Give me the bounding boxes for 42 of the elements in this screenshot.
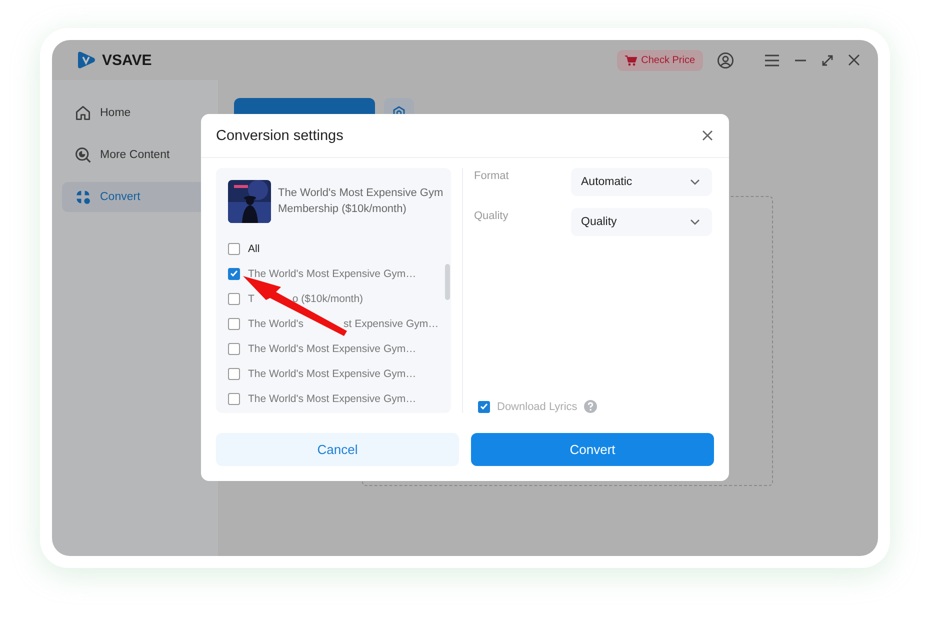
- track-title: The World's Most Expensive Gym…: [248, 268, 416, 280]
- album-title: The World's Most Expensive Gym Membership ($10k/month): [278, 186, 444, 217]
- menu-icon[interactable]: [764, 54, 780, 66]
- checkbox[interactable]: [478, 400, 490, 412]
- sidebar-item[interactable]: More Content: [62, 140, 210, 170]
- checkbox[interactable]: [228, 292, 240, 304]
- shapes-icon: [74, 188, 92, 206]
- track-title: The World's: [248, 318, 304, 330]
- track-title: T: [248, 292, 254, 304]
- maximize-icon[interactable]: [821, 54, 834, 66]
- dropdown[interactable]: Automatic: [571, 168, 712, 196]
- home-icon: [74, 104, 92, 122]
- setting-label: Quality: [474, 209, 510, 222]
- track-title: o ($10k/month): [292, 292, 364, 304]
- close-icon[interactable]: [702, 130, 713, 141]
- dialog-title: Conversion settings: [216, 128, 344, 144]
- chevron-down-icon: [690, 219, 700, 225]
- chevron-down-icon: [690, 179, 700, 185]
- checkbox[interactable]: [228, 368, 240, 380]
- search-icon: [74, 146, 92, 164]
- track-title: The World's Most Expensive Gym…: [248, 368, 416, 380]
- dropdown[interactable]: Quality: [571, 208, 712, 236]
- checkbox[interactable]: [228, 342, 240, 354]
- sidebar-item[interactable]: Home: [62, 98, 210, 128]
- scrollbar-thumb[interactable]: [445, 264, 450, 300]
- cancel-button[interactable]: Cancel: [216, 433, 459, 466]
- setting-label: Format: [474, 169, 510, 182]
- account-icon[interactable]: [717, 52, 734, 68]
- brand-name: VSAVE: [102, 52, 152, 68]
- checkbox[interactable]: [228, 242, 240, 254]
- lyrics-label: Download Lyrics: [497, 400, 578, 412]
- convert-button[interactable]: Convert: [471, 433, 714, 466]
- logo-icon: [76, 51, 96, 69]
- close-icon[interactable]: [848, 54, 860, 66]
- track-title: The World's Most Expensive Gym…: [248, 342, 416, 354]
- select-all-label: All: [248, 242, 260, 254]
- checkbox[interactable]: [228, 318, 240, 330]
- checkbox[interactable]: [228, 392, 240, 404]
- track-title: st Expensive Gym…: [344, 318, 439, 330]
- checkbox[interactable]: [228, 268, 240, 280]
- track-title: The World's Most Expensive Gym…: [248, 392, 416, 404]
- cart-icon: [625, 54, 638, 66]
